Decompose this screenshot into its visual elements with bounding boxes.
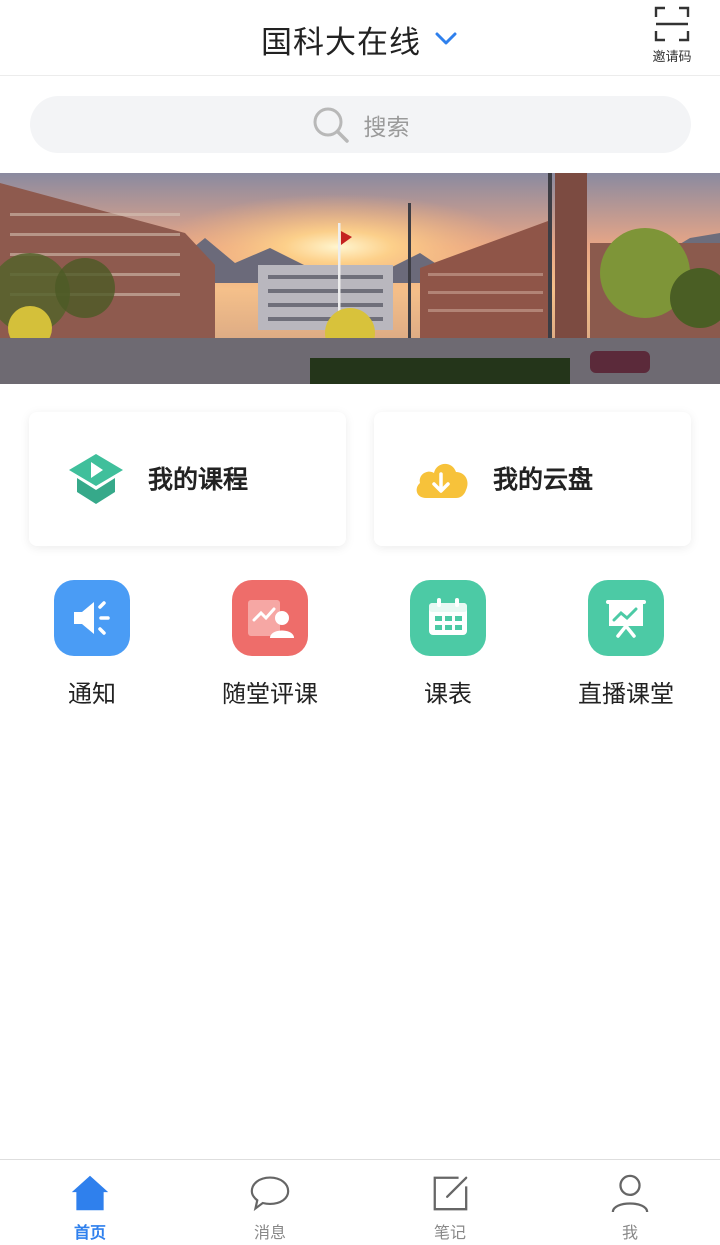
campus-photo bbox=[0, 173, 720, 384]
my-cloud-disk-label: 我的云盘 bbox=[493, 465, 594, 494]
top-header: 国科大在线 邀请码 bbox=[0, 0, 720, 76]
bottom-nav: 首页 消息 笔记 我 bbox=[0, 1159, 720, 1245]
invite-code-button[interactable]: 邀请码 bbox=[640, 6, 704, 68]
chevron-down-icon[interactable] bbox=[433, 29, 459, 49]
nav-me-label: 我 bbox=[621, 1223, 638, 1242]
search-input[interactable]: 搜索 bbox=[30, 96, 691, 153]
nav-messages-label: 消息 bbox=[253, 1223, 286, 1242]
calendar-icon bbox=[410, 580, 486, 656]
notice-button[interactable]: 通知 bbox=[17, 580, 167, 710]
invite-code-label: 邀请码 bbox=[652, 50, 692, 65]
speaker-icon bbox=[54, 580, 130, 656]
class-review-label: 随堂评课 bbox=[222, 680, 318, 708]
nav-home-label: 首页 bbox=[73, 1223, 106, 1242]
chat-bubble-icon bbox=[250, 1172, 290, 1214]
cloud-download-icon bbox=[416, 463, 468, 498]
my-courses-card[interactable]: 我的课程 bbox=[29, 412, 346, 546]
title-switcher[interactable]: 国科大在线 bbox=[0, 16, 720, 62]
home-icon bbox=[70, 1172, 110, 1214]
page-title: 国科大在线 bbox=[261, 24, 421, 61]
nav-notes-label: 笔记 bbox=[433, 1223, 466, 1242]
schedule-label: 课表 bbox=[424, 680, 472, 708]
my-courses-label: 我的课程 bbox=[148, 465, 249, 494]
nav-messages[interactable]: 消息 bbox=[180, 1160, 360, 1245]
live-class-button[interactable]: 直播课堂 bbox=[551, 580, 701, 710]
notice-label: 通知 bbox=[68, 680, 116, 708]
user-icon bbox=[610, 1172, 650, 1214]
class-review-icon bbox=[232, 580, 308, 656]
class-review-button[interactable]: 随堂评课 bbox=[195, 580, 345, 710]
schedule-button[interactable]: 课表 bbox=[373, 580, 523, 710]
nav-home[interactable]: 首页 bbox=[0, 1160, 180, 1245]
my-cloud-disk-card[interactable]: 我的云盘 bbox=[374, 412, 691, 546]
campus-banner[interactable] bbox=[0, 173, 720, 384]
search-icon bbox=[313, 107, 349, 143]
live-board-icon bbox=[588, 580, 664, 656]
note-edit-icon bbox=[430, 1172, 470, 1214]
search-placeholder: 搜索 bbox=[363, 114, 410, 141]
nav-me[interactable]: 我 bbox=[540, 1160, 720, 1245]
live-class-label: 直播课堂 bbox=[578, 680, 674, 708]
scan-icon bbox=[654, 6, 690, 42]
nav-notes[interactable]: 笔记 bbox=[360, 1160, 540, 1245]
course-cap-icon bbox=[69, 454, 123, 504]
